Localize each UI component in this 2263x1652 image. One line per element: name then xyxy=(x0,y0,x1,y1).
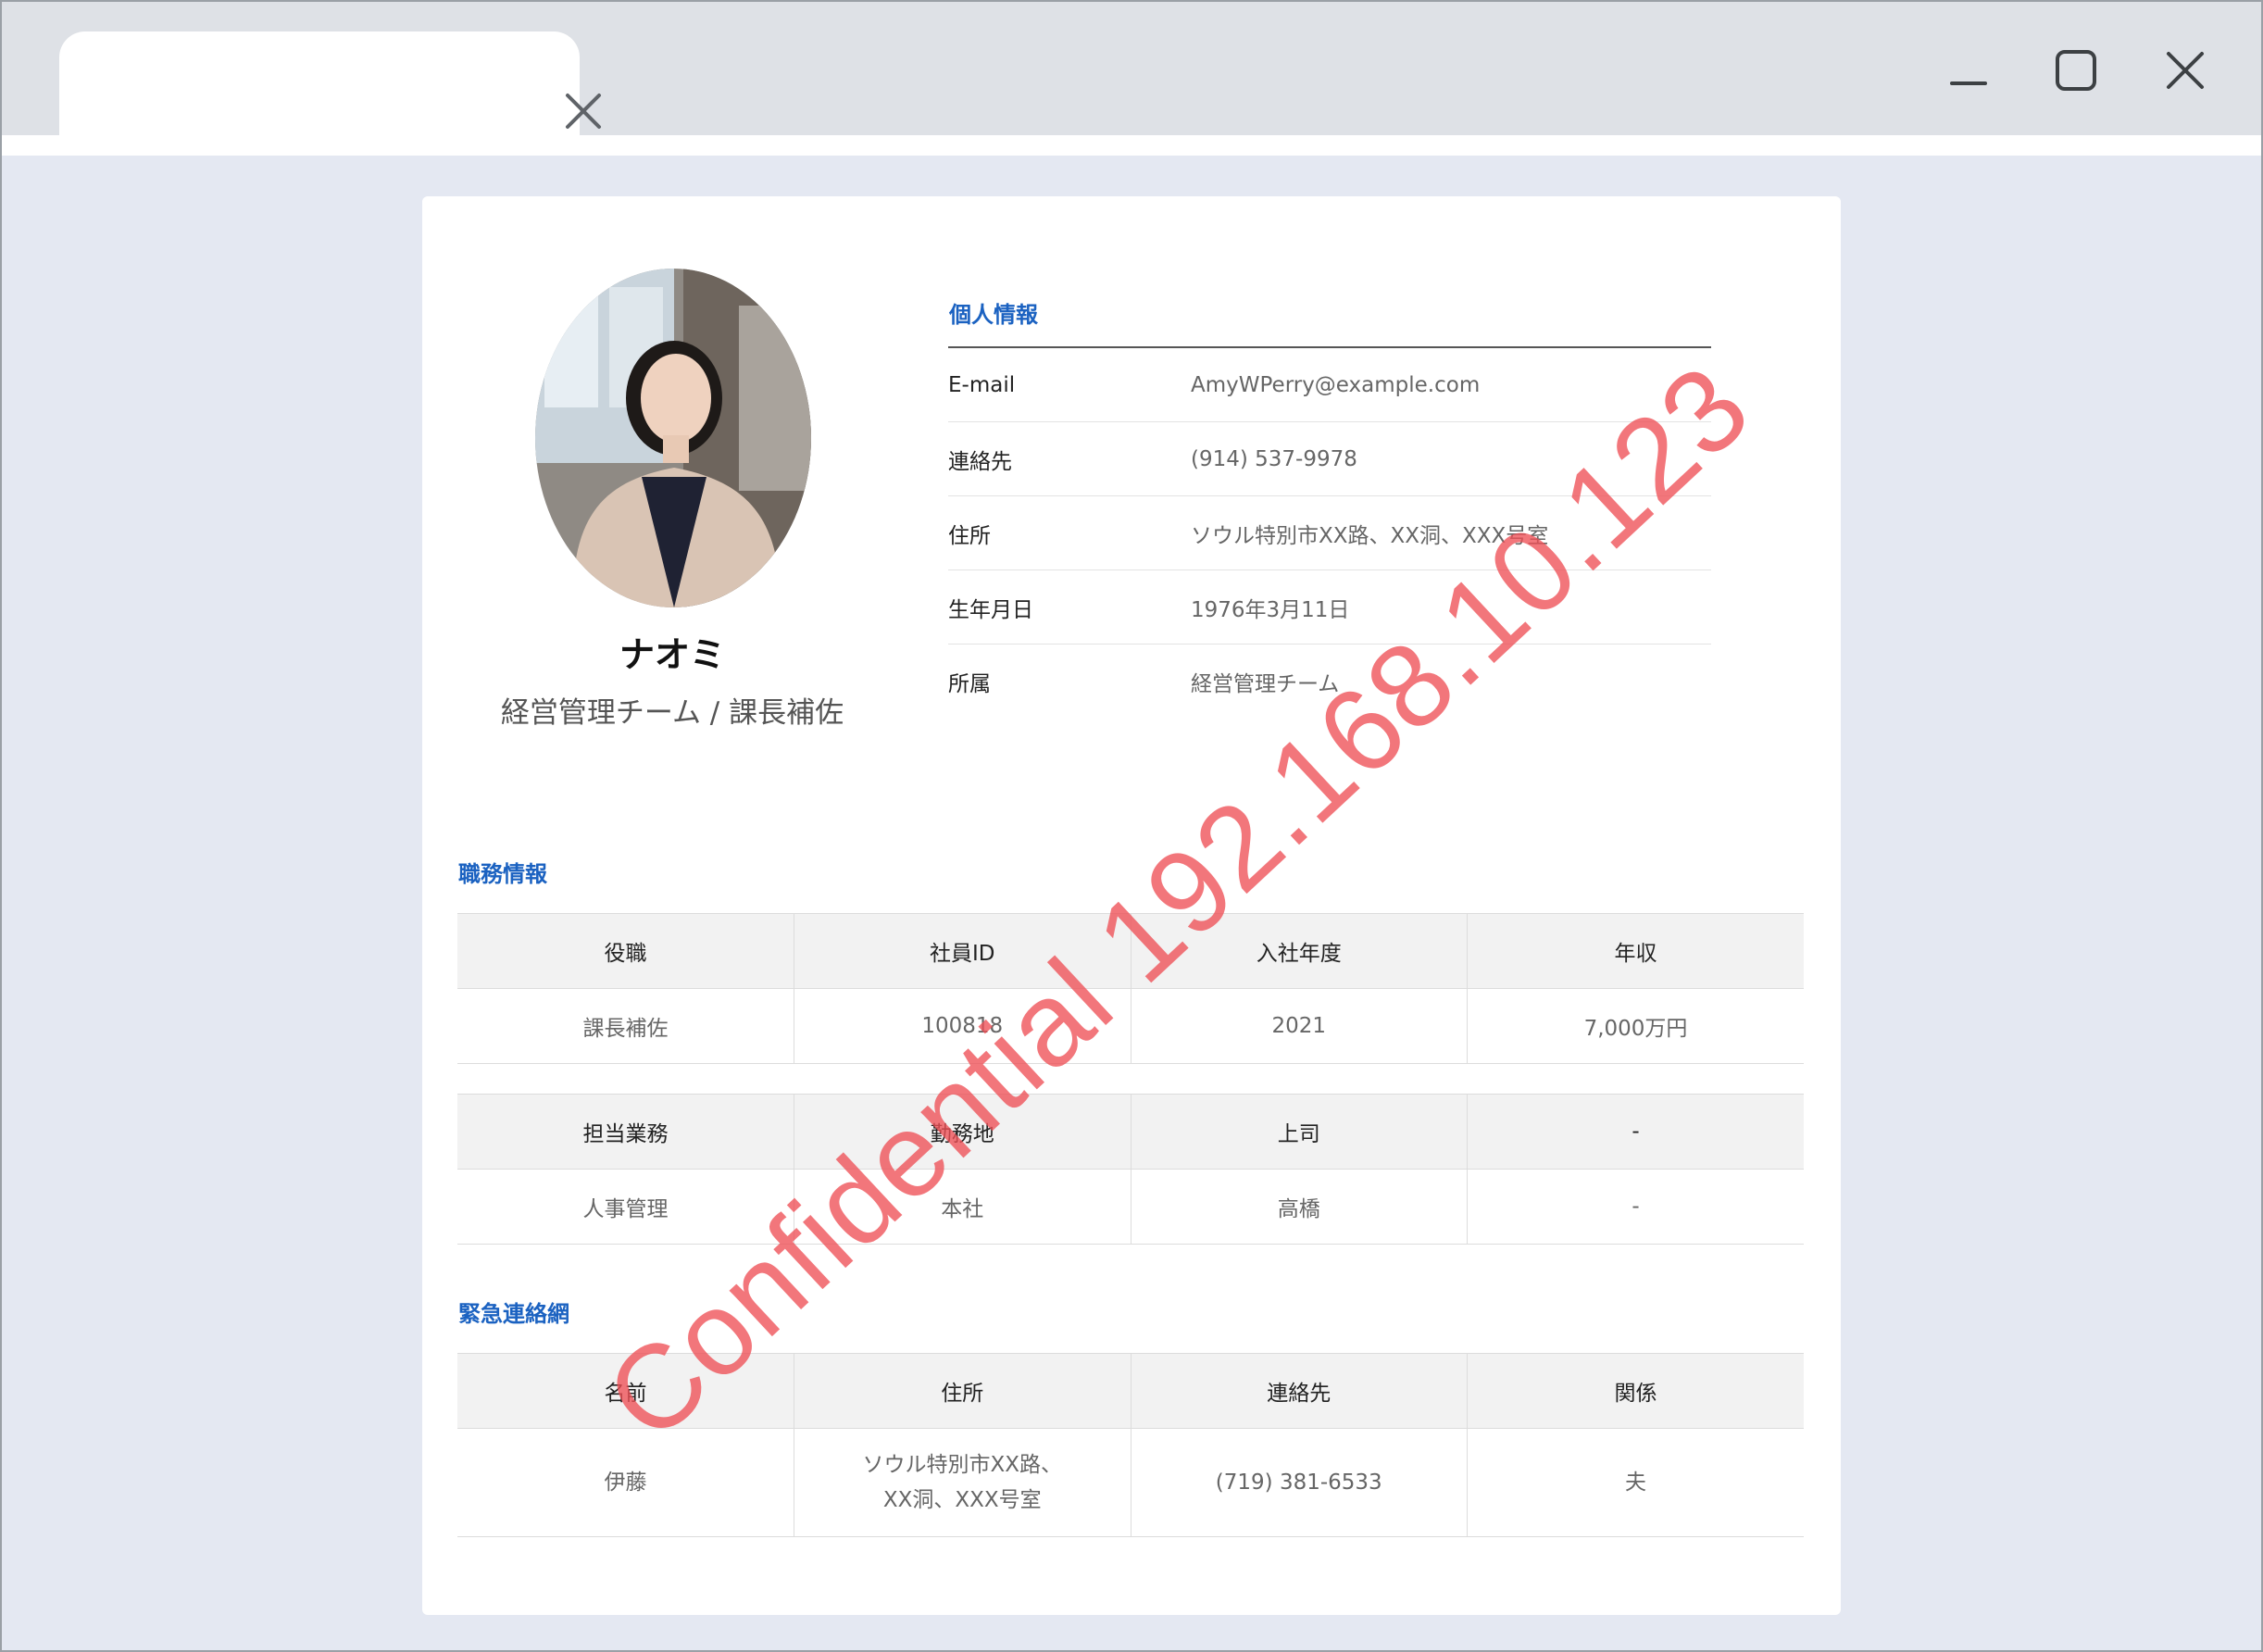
table-header-cell: 上司 xyxy=(1131,1094,1468,1170)
info-row-phone: 連絡先 (914) 537-9978 xyxy=(948,422,1711,496)
table-cell: (719) 381-6533 xyxy=(1131,1428,1468,1537)
table-cell: 伊藤 xyxy=(457,1428,794,1537)
emergency-contact-table: 名前 住所 連絡先 関係 伊藤 ソウル特別市XX路、 XX洞、XXX号室 (71… xyxy=(457,1353,1804,1537)
title-bar xyxy=(2,2,2261,135)
info-value: ソウル特別市XX路、XX洞、XXX号室 xyxy=(1191,523,1549,548)
table-header-cell: 連絡先 xyxy=(1131,1353,1468,1429)
info-row-birthdate: 生年月日 1976年3月11日 xyxy=(948,570,1711,645)
toolbar-strip xyxy=(2,135,2261,156)
job-table-2: 担当業務 勤務地 上司 - 人事管理 本社 高橋 - xyxy=(457,1094,1804,1245)
table-cell: 7,000万円 xyxy=(1467,988,1804,1064)
profile-role: 経営管理チーム / 課長補佐 xyxy=(500,696,844,730)
info-value: 経営管理チーム xyxy=(1191,672,1340,696)
address-line: ソウル特別市XX路、 xyxy=(862,1453,1062,1477)
table-header-cell: 住所 xyxy=(794,1353,1132,1429)
table-header-cell: 勤務地 xyxy=(794,1094,1132,1170)
table-cell: 2021 xyxy=(1131,988,1468,1064)
maximize-icon[interactable] xyxy=(2050,44,2104,98)
info-label: 所属 xyxy=(948,672,991,696)
close-window-icon[interactable] xyxy=(2159,44,2213,98)
info-label: 生年月日 xyxy=(948,597,1033,622)
table-header-cell: 役職 xyxy=(457,913,794,989)
info-row-department: 所属 経営管理チーム xyxy=(948,645,1711,719)
table-header-cell: 名前 xyxy=(457,1353,794,1429)
info-row-address: 住所 ソウル特別市XX路、XX洞、XXX号室 xyxy=(948,496,1711,570)
table-cell: - xyxy=(1467,1169,1804,1245)
table-cell: 課長補佐 xyxy=(457,988,794,1064)
job-info-heading: 職務情報 xyxy=(458,861,547,887)
table-header-row: 担当業務 勤務地 上司 - xyxy=(457,1094,1804,1170)
table-header-cell: 入社年度 xyxy=(1131,913,1468,989)
table-header-cell: 関係 xyxy=(1467,1353,1804,1429)
table-header-cell: 社員ID xyxy=(794,913,1132,989)
table-row: 伊藤 ソウル特別市XX路、 XX洞、XXX号室 (719) 381-6533 夫 xyxy=(457,1428,1804,1537)
table-row: 課長補佐 100818 2021 7,000万円 xyxy=(457,988,1804,1064)
address-line: XX洞、XXX号室 xyxy=(882,1488,1042,1512)
info-label: E-mail xyxy=(948,372,1016,397)
info-value: 1976年3月11日 xyxy=(1191,597,1350,622)
personal-info-list: E-mail AmyWPerry@example.com 連絡先 (914) 5… xyxy=(948,346,1711,719)
info-value: AmyWPerry@example.com xyxy=(1191,372,1481,397)
info-label: 住所 xyxy=(948,523,991,548)
info-row-email: E-mail AmyWPerry@example.com xyxy=(948,348,1711,422)
emergency-contact-heading: 緊急連絡網 xyxy=(458,1301,569,1327)
table-cell: 本社 xyxy=(794,1169,1132,1245)
table-header-row: 名前 住所 連絡先 関係 xyxy=(457,1353,1804,1429)
table-header-cell: 担当業務 xyxy=(457,1094,794,1170)
table-header-cell: - xyxy=(1467,1094,1804,1170)
close-tab-icon[interactable] xyxy=(564,92,603,131)
table-header-cell: 年収 xyxy=(1467,913,1804,989)
browser-tab[interactable] xyxy=(59,31,601,135)
table-cell: 夫 xyxy=(1467,1428,1804,1537)
job-table-1: 役職 社員ID 入社年度 年収 課長補佐 100818 2021 7,000万円 xyxy=(457,913,1804,1064)
info-label: 連絡先 xyxy=(948,449,1012,474)
table-row: 人事管理 本社 高橋 - xyxy=(457,1169,1804,1245)
table-cell: 100818 xyxy=(794,988,1132,1064)
minimize-icon[interactable] xyxy=(1943,44,1996,98)
table-cell-address: ソウル特別市XX路、 XX洞、XXX号室 xyxy=(794,1428,1132,1537)
profile-name: ナオミ xyxy=(619,634,725,675)
profile-photo xyxy=(535,269,811,607)
info-value: (914) 537-9978 xyxy=(1191,446,1357,471)
table-cell: 人事管理 xyxy=(457,1169,794,1245)
personal-info-heading: 個人情報 xyxy=(949,302,1038,328)
table-cell: 高橋 xyxy=(1131,1169,1468,1245)
table-header-row: 役職 社員ID 入社年度 年収 xyxy=(457,913,1804,989)
